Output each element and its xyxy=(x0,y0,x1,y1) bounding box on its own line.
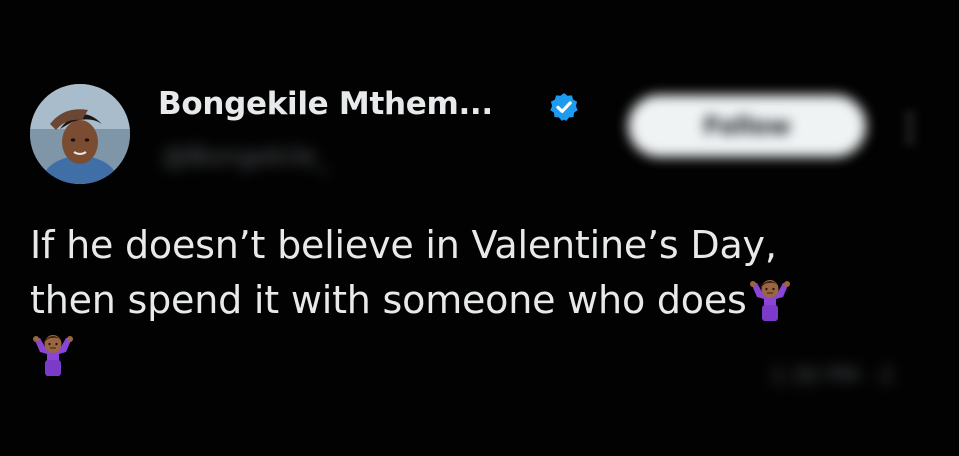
tweet-text-line-2-content: then spend it with someone who does xyxy=(30,278,747,322)
profile-photo-icon xyxy=(30,84,130,184)
tweet-text-line-1: If he doesn’t believe in Valentine’s Day… xyxy=(30,223,777,267)
person-shrugging-emoji-icon xyxy=(747,277,793,323)
verified-badge-icon xyxy=(550,93,578,121)
person-shrugging-emoji-icon xyxy=(30,332,76,378)
follow-button[interactable]: Follow xyxy=(628,95,866,157)
tweet-text: If he doesn’t believe in Valentine’s Day… xyxy=(30,218,930,383)
tweet-text-line-2: then spend it with someone who does xyxy=(30,273,930,328)
user-handle[interactable]: @Bongekile_ xyxy=(162,142,329,172)
display-name[interactable]: Bongekile Mthem... xyxy=(158,86,493,122)
avatar[interactable] xyxy=(30,84,130,184)
tweet-card: Bongekile Mthem... @Bongekile_ Follow If… xyxy=(0,0,959,456)
more-vertical-icon[interactable] xyxy=(898,108,922,148)
tweet-timestamp[interactable]: 1:30 PM · 2 xyxy=(770,364,940,394)
